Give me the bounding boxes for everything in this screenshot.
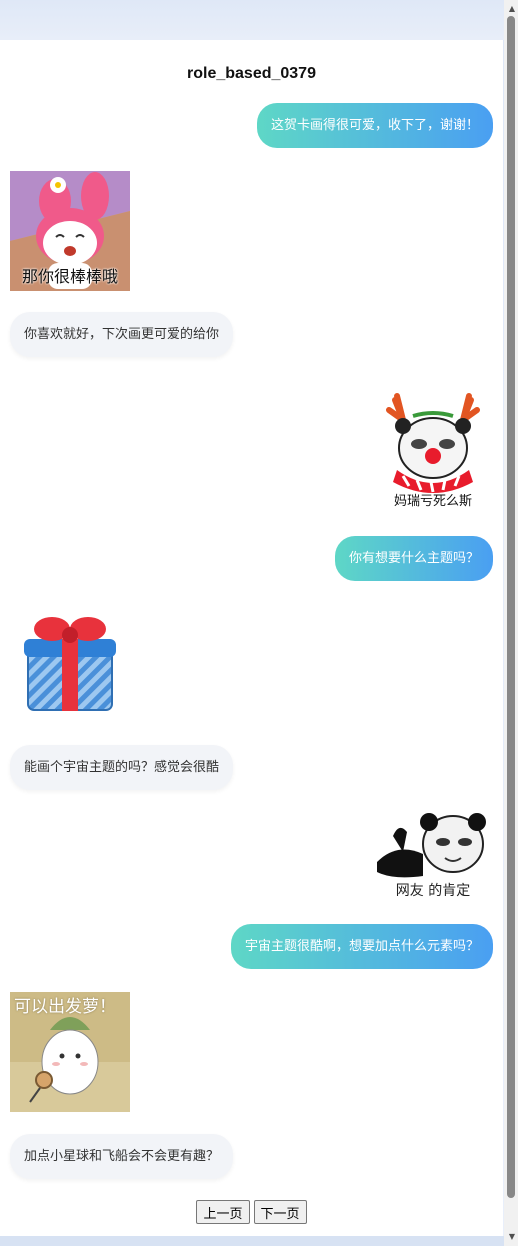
vertical-scrollbar[interactable]: ▲ ▼ xyxy=(504,0,518,1246)
sticker-caption: 网友 的肯定 xyxy=(395,883,471,899)
chat-page: role_based_0379 这贺卡画得很可爱，收下了，谢谢！ 那你很棒棒哦 … xyxy=(0,40,503,1236)
sticker-caption: 那你很棒棒哦 xyxy=(21,267,118,286)
scroll-up-arrow-icon[interactable]: ▲ xyxy=(509,4,515,13)
message-bubble-outgoing: 你有想要什么主题吗？ xyxy=(334,536,493,581)
bottom-band xyxy=(0,1236,504,1246)
prev-page-button[interactable]: 上一页 xyxy=(196,1200,250,1224)
pink-bunny-sticker: 那你很棒棒哦 xyxy=(10,171,130,291)
sticker-caption: 妈瑞亏死么斯 xyxy=(393,494,472,509)
next-page-button[interactable]: 下一页 xyxy=(253,1200,307,1224)
thumbs-up-panda-sticker: 网友 的肯定 xyxy=(373,812,493,902)
top-band xyxy=(0,0,504,40)
page-title: role_based_0379 xyxy=(187,65,316,82)
scrollbar-thumb[interactable] xyxy=(507,16,515,1198)
message-bubble-incoming: 加点小星球和飞船会不会更有趣？ xyxy=(10,1134,234,1179)
message-bubble-outgoing: 这贺卡画得很可爱，收下了，谢谢！ xyxy=(256,103,493,148)
message-bubble-incoming: 能画个宇宙主题的吗？感觉会很酷 xyxy=(10,745,234,790)
message-bubble-outgoing: 宇宙主题很酷啊，想要加点什么元素吗？ xyxy=(230,924,493,969)
radish-sticker: 可以出发萝！ xyxy=(10,992,130,1112)
reindeer-panda-sticker: 妈瑞亏死么斯 xyxy=(373,390,493,510)
sticker-caption: 可以出发萝！ xyxy=(14,997,116,1017)
message-bubble-incoming: 你喜欢就好，下次画更可爱的给你 xyxy=(10,312,234,357)
scroll-down-arrow-icon[interactable]: ▼ xyxy=(509,1232,515,1241)
gift-box-sticker xyxy=(10,605,130,725)
pagination: 上一页 下一页 xyxy=(0,1200,503,1224)
